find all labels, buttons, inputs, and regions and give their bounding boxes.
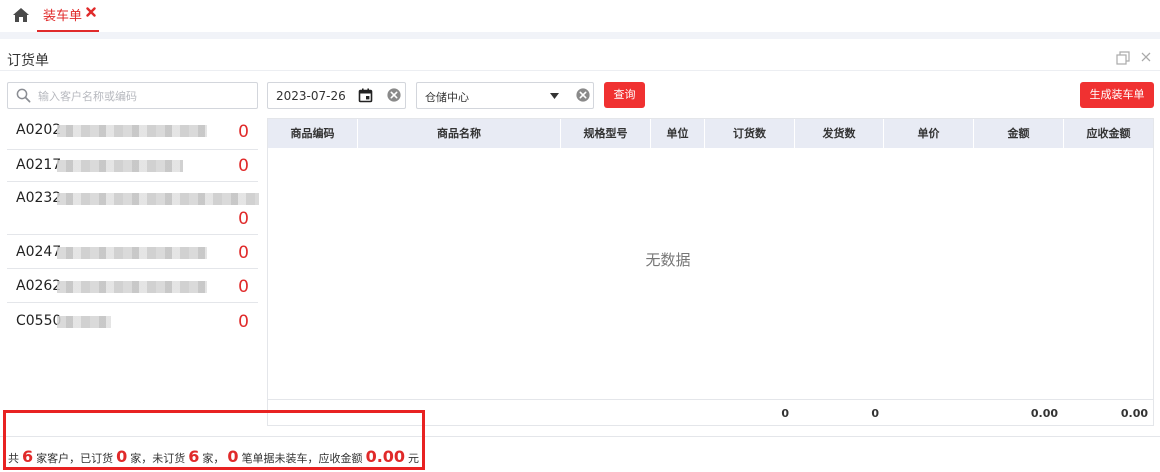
customer-name-blurred (57, 316, 111, 328)
column-header[interactable]: 商品名称 (358, 119, 561, 148)
customer-code: A0262 (16, 278, 62, 294)
column-header[interactable]: 单位 (651, 119, 705, 148)
column-header[interactable]: 订货数 (705, 119, 795, 148)
column-header[interactable]: 单价 (884, 119, 974, 148)
column-header[interactable]: 发货数 (795, 119, 884, 148)
date-value: 2023-07-26 (276, 89, 346, 103)
calendar-icon[interactable] (358, 88, 373, 103)
tab-label: 装车单 (43, 9, 83, 24)
chevron-down-icon[interactable] (550, 93, 559, 99)
customer-order-count: 0 (238, 209, 249, 229)
column-header[interactable]: 规格型号 (561, 119, 651, 148)
table-header: 商品编码 商品名称 规格型号 单位 订货数 发货数 单价 金额 应收金额 (268, 119, 1153, 148)
not-ordered-count: 6 (188, 447, 200, 466)
close-icon[interactable] (86, 7, 96, 17)
customer-order-count: 0 (238, 156, 249, 176)
summary-part: 共 (8, 452, 19, 465)
page-title: 订货单 (7, 53, 49, 69)
summary-part: 家客户，已订货 (36, 452, 114, 465)
customer-item[interactable]: A0232 0 (7, 182, 259, 235)
total-customers: 6 (22, 447, 34, 466)
date-picker[interactable]: 2023-07-26 (267, 82, 406, 109)
customer-code: A0202 (16, 122, 62, 138)
summary-text: 共 6 家客户，已订货 0 家，未订货 6 家， 0 笔单据未装车，应收金额 0.00 元 (8, 447, 419, 466)
clear-warehouse-icon[interactable] (576, 88, 590, 102)
customer-item[interactable]: C0550 0 (7, 303, 258, 337)
customer-code: A0217 (16, 157, 62, 173)
column-header[interactable]: 商品编码 (268, 119, 358, 148)
tab-loading-order[interactable]: 装车单 (37, 0, 99, 32)
warehouse-value: 仓储中心 (425, 91, 469, 104)
empty-state-text: 无数据 (645, 251, 691, 269)
customer-order-count: 0 (238, 122, 249, 142)
warehouse-select[interactable]: 仓储中心 (416, 82, 594, 109)
close-panel-icon[interactable] (1141, 52, 1151, 62)
customer-code: C0550 (16, 313, 62, 329)
summary-part: 笔单据未装车，应收金额 (241, 452, 363, 465)
divider-band (0, 32, 1160, 39)
summary-part: 家，未订货 (130, 452, 186, 465)
customer-item[interactable]: A0262 0 (7, 269, 258, 303)
query-button[interactable]: 查询 (604, 82, 645, 108)
receivable-amount: 0.00 (365, 447, 406, 466)
customer-name-blurred (57, 193, 259, 205)
total-order-qty: 0 (781, 407, 789, 420)
customer-name-blurred (57, 125, 207, 137)
summary-part: 家， (202, 452, 225, 465)
home-icon[interactable] (12, 7, 30, 23)
customer-name-blurred (57, 160, 183, 172)
customer-item[interactable]: A0202 0 (7, 118, 258, 150)
total-amount: 0.00 (1030, 407, 1058, 420)
customer-name-blurred (57, 281, 207, 293)
customer-search[interactable] (7, 82, 258, 109)
customer-code: A0232 (16, 190, 62, 206)
unloaded-count: 0 (227, 447, 239, 466)
ordered-count: 0 (116, 447, 128, 466)
customer-name-blurred (57, 247, 207, 259)
summary-highlight-box: 共 6 家客户，已订货 0 家，未订货 6 家， 0 笔单据未装车，应收金额 0.00 元 (3, 410, 425, 470)
search-input[interactable] (38, 87, 253, 105)
customer-order-count: 0 (238, 312, 249, 332)
column-header[interactable]: 应收金额 (1064, 119, 1153, 148)
search-icon (16, 88, 31, 103)
customer-order-count: 0 (238, 277, 249, 297)
generate-loading-order-button[interactable]: 生成装车单 (1080, 82, 1154, 108)
clear-date-icon[interactable] (387, 88, 401, 102)
customer-item[interactable]: A0247 0 (7, 235, 258, 269)
header-divider (0, 70, 1160, 71)
restore-window-icon[interactable] (1116, 51, 1130, 65)
column-header[interactable]: 金额 (974, 119, 1064, 148)
total-ship-qty: 0 (871, 407, 879, 420)
customer-order-count: 0 (238, 243, 249, 263)
customer-item[interactable]: A0217 0 (7, 150, 258, 182)
customer-code: A0247 (16, 244, 62, 260)
summary-part: 元 (408, 452, 420, 465)
top-tab-bar: 装车单 (0, 0, 1160, 32)
order-items-table: 商品编码 商品名称 规格型号 单位 订货数 发货数 单价 金额 应收金额 无数据… (267, 118, 1154, 426)
total-receivable: 0.00 (1120, 407, 1148, 420)
